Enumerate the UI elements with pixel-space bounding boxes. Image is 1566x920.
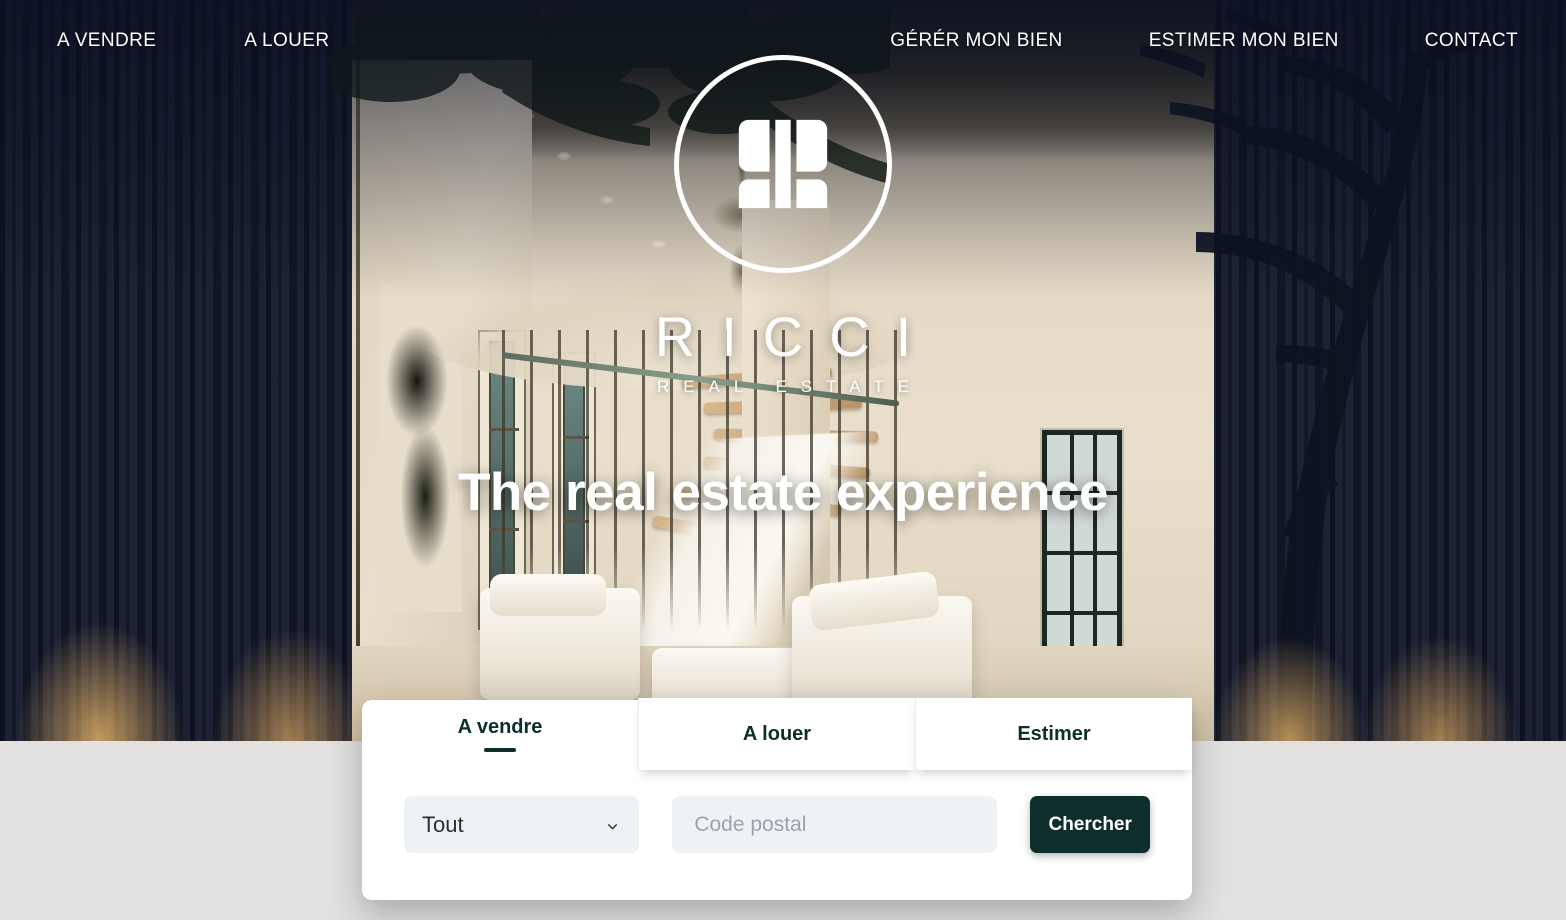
search-tabs: A vendre A louer Estimer: [362, 698, 1192, 770]
chevron-down-icon: [608, 823, 618, 829]
search-submit-button[interactable]: Chercher: [1030, 796, 1150, 853]
downlight: [557, 152, 571, 160]
tab-a-vendre-label: A vendre: [457, 716, 543, 738]
nav-a-vendre[interactable]: A VENDRE: [57, 30, 156, 52]
hero-banner: A VENDRE A LOUER GÉRÉR MON BIEN ESTIMER …: [0, 0, 1566, 741]
downlight: [600, 196, 614, 204]
nav-right-group: GÉRÉR MON BIEN ESTIMER MON BIEN CONTACT: [890, 30, 1518, 52]
sofa: [792, 570, 972, 712]
tab-a-louer[interactable]: A louer: [638, 698, 915, 770]
window: [1042, 430, 1122, 670]
armchair: [480, 574, 640, 700]
tab-a-vendre[interactable]: A vendre: [362, 700, 638, 768]
postal-code-input[interactable]: [672, 796, 998, 853]
property-type-value: Tout: [422, 811, 464, 837]
property-type-select[interactable]: Tout: [404, 796, 640, 853]
downlight: [652, 240, 666, 248]
nav-left-group: A VENDRE A LOUER: [57, 30, 329, 52]
tab-estimer[interactable]: Estimer: [915, 698, 1192, 770]
page-root: A VENDRE A LOUER GÉRÉR MON BIEN ESTIMER …: [0, 0, 1566, 920]
nav-gerer-mon-bien[interactable]: GÉRÉR MON BIEN: [890, 30, 1062, 52]
search-form: Tout Chercher: [362, 768, 1192, 853]
nav-estimer-mon-bien[interactable]: ESTIMER MON BIEN: [1149, 30, 1339, 52]
nav-a-louer[interactable]: A LOUER: [244, 30, 329, 52]
tab-active-indicator: [484, 748, 516, 752]
top-navigation: A VENDRE A LOUER GÉRÉR MON BIEN ESTIMER …: [0, 0, 1566, 82]
nav-contact[interactable]: CONTACT: [1425, 30, 1518, 52]
tab-estimer-label: Estimer: [1017, 722, 1091, 745]
interior-room-photo: [352, 0, 1214, 741]
search-card: A vendre A louer Estimer Tout Chercher: [362, 698, 1192, 900]
tab-a-louer-label: A louer: [742, 722, 812, 745]
